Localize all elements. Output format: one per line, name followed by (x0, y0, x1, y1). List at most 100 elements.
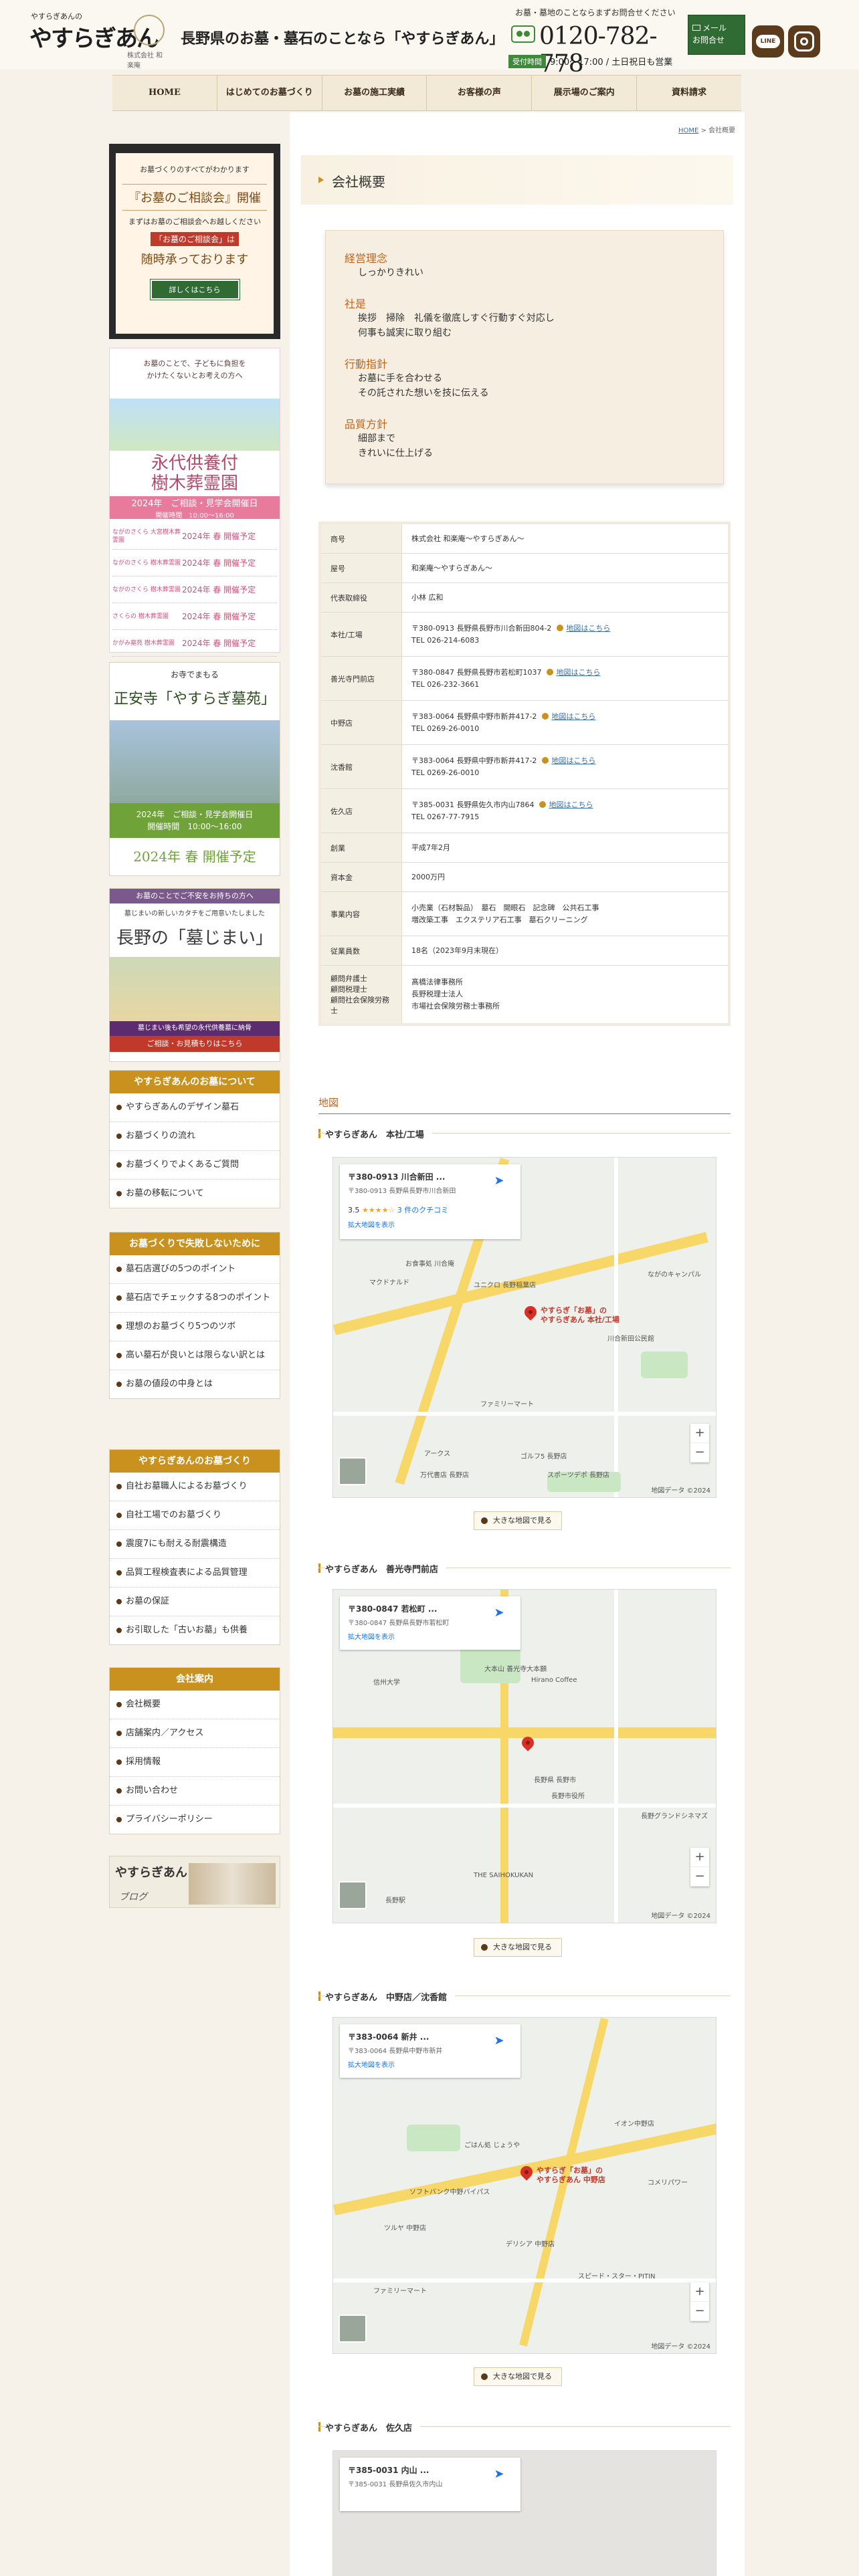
directions-icon[interactable]: ➤ (491, 1606, 507, 1622)
tel-number[interactable]: 0120-782-778 (539, 23, 682, 78)
consultation-banner[interactable]: お墓づくりのすべてがわかります 『お墓のご相談会』開催 まずはお墓のご相談会へお… (109, 144, 280, 339)
zoom-out-icon[interactable]: − (690, 2302, 709, 2321)
table-value: 小林 広和 (401, 583, 728, 612)
temple-cemetery-banner[interactable]: お寺でまもる 正安寺「やすらぎ墓苑」 2024年 ご相談・見学会開催日 開催時間… (109, 662, 280, 876)
menu-link[interactable]: 会社概要 (110, 1691, 280, 1719)
b2-band-text: 2024年 ご相談・見学会開催日 (131, 499, 258, 509)
menu-link[interactable]: お引取した「古いお墓」も供養 (110, 1616, 280, 1644)
map-label: マクドナルド (369, 1279, 409, 1287)
map-heading-text: やすらぎあん 佐久店 (325, 2424, 421, 2434)
zoom-in-icon[interactable]: + (690, 2282, 709, 2302)
menu-link[interactable]: 理想のお墓づくり5つのツボ (110, 1313, 280, 1341)
map-info-address: 〒383-0064 長野県中野市新井 (348, 2048, 443, 2055)
map-enlarge-link[interactable]: 拡大地図を表示 (348, 1219, 512, 1229)
directions-icon[interactable]: ➤ (491, 1174, 507, 1190)
map-zoom-control[interactable]: + − (690, 1424, 709, 1463)
tree-burial-banner[interactable]: お墓のことで、子どもに負担を かけたくないとお考えの方へ 永代供養付 樹木葬霊園… (109, 348, 280, 657)
menu-link[interactable]: お問い合わせ (110, 1777, 280, 1806)
menu-link[interactable]: お墓の保証 (110, 1588, 280, 1616)
map-satellite-toggle[interactable] (339, 1457, 367, 1485)
map-pin-icon[interactable] (522, 1303, 539, 1321)
blog-banner[interactable]: やすらぎあん ブログ (109, 1856, 280, 1908)
map-label: 長野県 長野市 (534, 1777, 577, 1784)
b2-row-name: かがみ墓苑 樹木葬霊園 (112, 639, 175, 647)
b1-details-button[interactable]: 詳しくはこちら (149, 279, 240, 300)
nav-request[interactable]: 資料請求 (637, 76, 741, 110)
tel-box[interactable]: お墓・墓地のことならまずお問合せください 0120-782-778 受付時間 9… (508, 7, 682, 78)
map-label: お食事処 川合庵 (405, 1261, 455, 1268)
map-embed-zenkoji[interactable]: 〒380-0847 若松町 ... 〒380-0847 長野県長野市若松町 拡大… (332, 1589, 717, 1923)
nav-works[interactable]: お墓の施工実績 (322, 76, 427, 110)
tel-hours: 9:00〜17:00 / 土日祝日も営業 (550, 58, 673, 68)
map-label: アークス (424, 1451, 451, 1458)
map-enlarge-link[interactable]: 拡大地図を表示 (348, 1631, 512, 1641)
table-value: 〒380-0913 長野県長野市川合新田804-2 地図はこちら TEL 026-2… (401, 613, 728, 656)
line-button[interactable]: LINE (752, 25, 784, 58)
b1-line2: まずはお墓のご相談会へお越しください (128, 217, 261, 226)
menu-link[interactable]: 墓石店選びの5つのポイント (110, 1255, 280, 1284)
menu-link[interactable]: 墓石店でチェックする8つのポイント (110, 1284, 280, 1313)
zoom-out-icon[interactable]: − (690, 1443, 709, 1463)
menu-link[interactable]: 震度7にも耐える耐震構造 (110, 1530, 280, 1559)
table-value-line: TEL 026-232-3661 (411, 679, 719, 691)
menu-link[interactable]: 高い墓石が良いとは限らない訳とは (110, 1341, 280, 1370)
instagram-button[interactable] (788, 25, 820, 58)
big-map-link-zenkoji[interactable]: 大きな地図で見る (474, 1938, 562, 1957)
map-link[interactable]: 地図はこちら (549, 800, 593, 809)
map-marker-icon (557, 624, 564, 631)
menu-link[interactable]: プライバシーポリシー (110, 1806, 280, 1834)
b2-row-name: ながのさくら 樹木葬霊園 (112, 586, 181, 593)
mail-icon (692, 25, 700, 31)
b4-top: お墓のことでご不安をお持ちの方へ (110, 889, 280, 903)
big-map-link-nakano[interactable]: 大きな地図で見る (474, 2367, 562, 2386)
menu-link[interactable]: 店舗案内／アクセス (110, 1719, 280, 1748)
map-satellite-toggle[interactable] (339, 1881, 367, 1909)
map-embed-hq[interactable]: 〒380-0913 川合新田 ... 〒380-0913 長野県長野市川合新田 … (332, 1157, 717, 1498)
map-link[interactable]: 地図はこちら (566, 624, 610, 633)
breadcrumb-home[interactable]: HOME (678, 127, 698, 134)
map-label: ファミリーマート (373, 2288, 427, 2295)
map-link[interactable]: 地図はこちら (551, 712, 595, 721)
menu-link[interactable]: お墓の値段の中身とは (110, 1370, 280, 1398)
grave-closing-banner[interactable]: お墓のことでご不安をお持ちの方へ 墓じまいの新しいカタチをご用意いたしました 長… (109, 888, 280, 1062)
menu-link[interactable]: お墓の移転について (110, 1180, 280, 1208)
map-satellite-toggle[interactable] (339, 2315, 367, 2343)
table-value-text: 髙橋法律事務所 (411, 978, 463, 986)
nav-home[interactable]: HOME (112, 76, 217, 110)
table-value-text: 市場社会保険労務士事務所 (411, 1002, 500, 1010)
nav-first-grave[interactable]: はじめてのお墓づくり (217, 76, 322, 110)
big-map-link-hq[interactable]: 大きな地図で見る (474, 1511, 562, 1530)
menu-link[interactable]: お墓づくりの流れ (110, 1122, 280, 1151)
map-embed-saku[interactable]: 〒385-0031 内山 ... 〒385-0031 長野県佐久市内山 ➤ (332, 2450, 717, 2576)
nav-voices[interactable]: お客様の声 (427, 76, 533, 110)
directions-icon[interactable]: ➤ (491, 2467, 507, 2483)
site-logo[interactable]: やすらぎあんの やすらぎあん 株式会社 和楽庵 (25, 11, 166, 70)
table-value: 〒380-0847 長野県長野市若松町1037 地図はこちら TEL 026-232… (401, 657, 728, 700)
map-link[interactable]: 地図はこちら (551, 756, 595, 765)
b1-line1: お墓づくりのすべてがわかります (140, 165, 250, 174)
menu-link[interactable]: 自社お墓職人によるお墓づくり (110, 1473, 280, 1501)
menu-link[interactable]: やすらぎあんのデザイン墓石 (110, 1093, 280, 1122)
menu-link[interactable]: 採用情報 (110, 1748, 280, 1777)
map-zoom-control[interactable]: + − (690, 1848, 709, 1887)
map-embed-nakano[interactable]: 〒383-0064 新井 ... 〒383-0064 長野県中野市新井 拡大地図… (332, 2017, 717, 2354)
map-enlarge-link[interactable]: 拡大地図を表示 (348, 2059, 512, 2069)
map-info-card: 〒383-0064 新井 ... 〒383-0064 長野県中野市新井 拡大地図… (340, 2024, 520, 2078)
mail-contact-button[interactable]: メール お問合せ (688, 15, 745, 55)
directions-icon[interactable]: ➤ (491, 2034, 507, 2050)
zoom-in-icon[interactable]: + (690, 1424, 709, 1443)
map-zoom-control[interactable]: + − (690, 2282, 709, 2321)
menu-link[interactable]: 品質工程検査表による品質管理 (110, 1559, 280, 1588)
menu-about-graves: やすらぎあんのお墓について やすらぎあんのデザイン墓石 お墓づくりの流れ お墓づ… (109, 1070, 280, 1208)
menu-link[interactable]: 自社工場でのお墓づくり (110, 1501, 280, 1530)
philosophy-line: 細部まで (358, 433, 395, 444)
philosophy-heading: 社是 (345, 298, 367, 310)
zoom-in-icon[interactable]: + (690, 1848, 709, 1867)
map-label: スポーツデポ 長野店 (547, 1472, 609, 1479)
map-link[interactable]: 地図はこちら (556, 668, 600, 677)
b2-row-name: ながのさくら 樹木葬霊園 (112, 559, 181, 566)
nav-showroom[interactable]: 展示場のご案内 (532, 76, 638, 110)
map-reviews-link[interactable]: 3 件のクチコミ (397, 1206, 449, 1214)
menu-link[interactable]: お墓づくりでよくあるご質問 (110, 1151, 280, 1180)
zoom-out-icon[interactable]: − (690, 1867, 709, 1887)
